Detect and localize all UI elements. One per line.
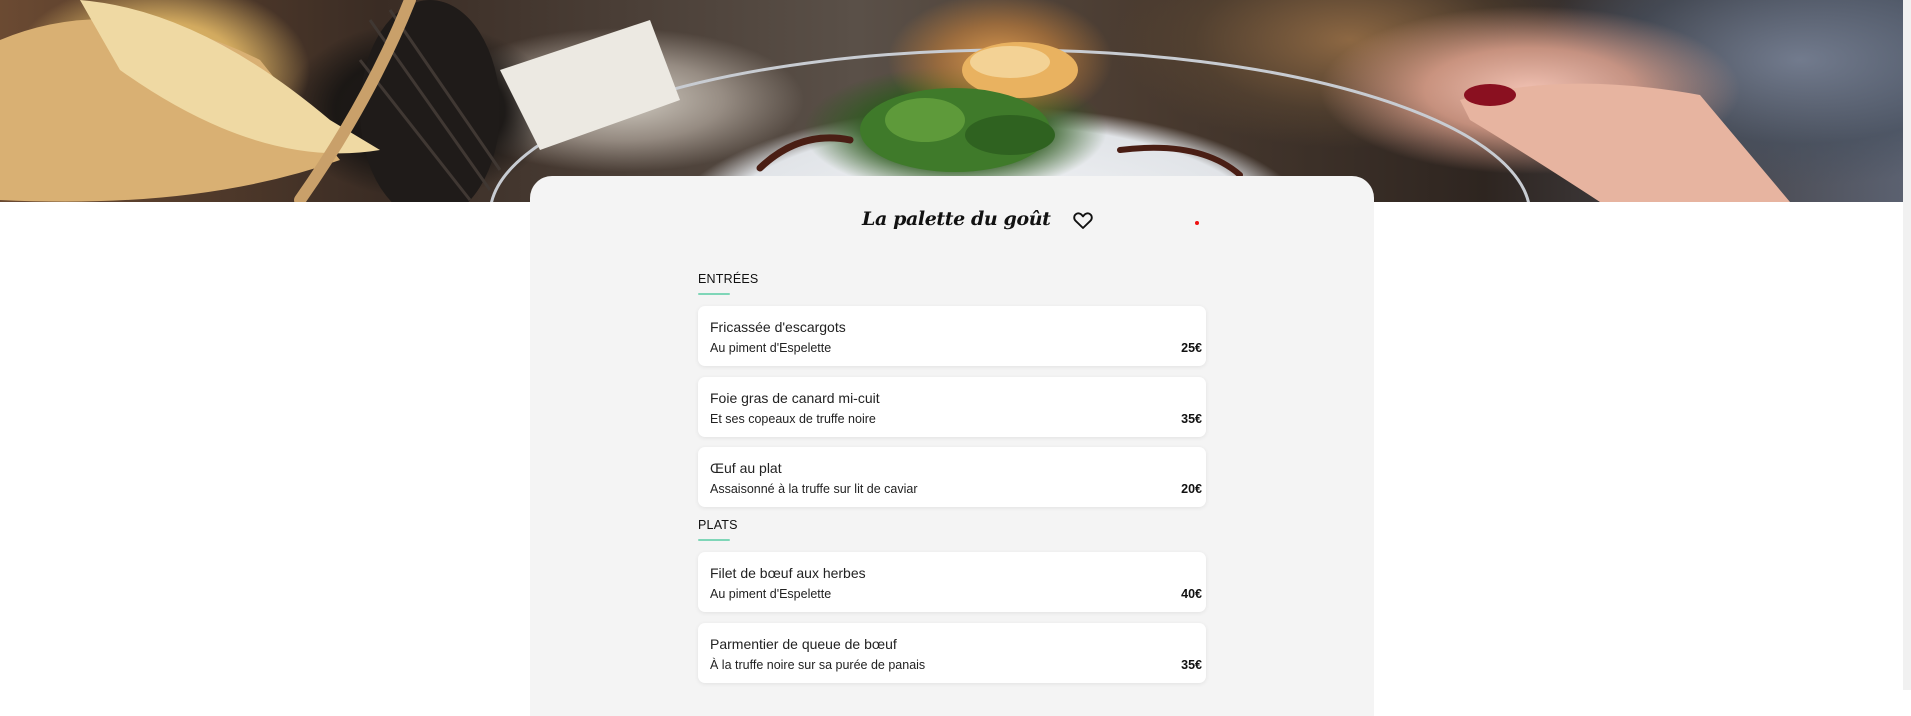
menu-item-description: Au piment d'Espelette [710,341,832,355]
menu-item-price: 35€ [1181,412,1202,426]
menu-item-name: Parmentier de queue de bœuf [710,636,897,652]
section-title-plats: PLATS [698,518,738,541]
menu-item-description: Assaisonné à la truffe sur lit de caviar [710,482,918,496]
hero-photo-details [0,0,1790,202]
menu-item[interactable]: Fricassée d'escargots Au piment d'Espele… [698,306,1206,366]
heart-outline-icon[interactable] [1071,208,1095,232]
menu-item[interactable]: Œuf au plat Assaisonné à la truffe sur l… [698,447,1206,507]
menu-item-price: 20€ [1181,482,1202,496]
menu-item-description: À la truffe noire sur sa purée de panais [710,658,926,672]
menu-item[interactable]: Parmentier de queue de bœuf À la truffe … [698,623,1206,683]
menu-item-price: 35€ [1181,658,1202,672]
section-title-entrees: ENTRÉES [698,272,759,295]
menu-item-description: Et ses copeaux de truffe noire [710,412,876,426]
title-row: La palette du goût [530,202,1374,238]
menu-item-name: Œuf au plat [710,460,782,476]
menu-item-price: 25€ [1181,341,1202,355]
menu-item[interactable]: Filet de bœuf aux herbes Au piment d'Esp… [698,552,1206,612]
notification-dot [1195,221,1199,225]
menu-card: La palette du goût ENTRÉES Fricassée d'e… [530,176,1374,716]
menu-item-name: Filet de bœuf aux herbes [710,565,866,581]
menu-item[interactable]: Foie gras de canard mi-cuit Et ses copea… [698,377,1206,437]
restaurant-name: La palette du goût [862,208,1051,230]
hero-food-photo [0,0,1903,202]
page-scrollbar[interactable] [1903,0,1911,690]
menu-item-name: Foie gras de canard mi-cuit [710,390,880,406]
menu-item-name: Fricassée d'escargots [710,319,846,335]
menu-item-description: Au piment d'Espelette [710,587,832,601]
menu-item-price: 40€ [1181,587,1202,601]
